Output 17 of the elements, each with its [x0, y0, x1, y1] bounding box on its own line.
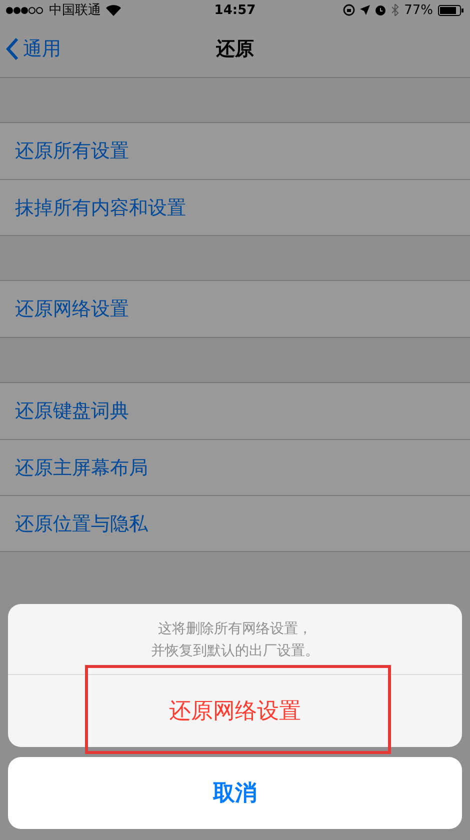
rotation-lock-icon: [343, 4, 356, 16]
carrier-name: 中国联通: [49, 2, 101, 19]
signal-icon: [6, 6, 44, 14]
sheet-message: 这将删除所有网络设置，: [158, 620, 312, 639]
alarm-icon: [375, 4, 386, 16]
bluetooth-icon: [391, 4, 400, 16]
nav-title: 还原: [216, 36, 254, 62]
battery-icon: [438, 4, 464, 16]
chevron-left-icon: [6, 38, 19, 60]
status-time: 14:57: [214, 2, 256, 18]
wifi-icon: [106, 4, 121, 16]
sheet-message: 并恢复到默认的出厂设置。: [151, 642, 319, 661]
battery-percent: 77%: [404, 2, 433, 18]
cancel-button[interactable]: 取消: [8, 757, 462, 829]
reset-network-button[interactable]: 还原网络设置: [8, 675, 462, 747]
back-button[interactable]: 通用: [0, 36, 67, 62]
location-icon: [360, 5, 370, 15]
